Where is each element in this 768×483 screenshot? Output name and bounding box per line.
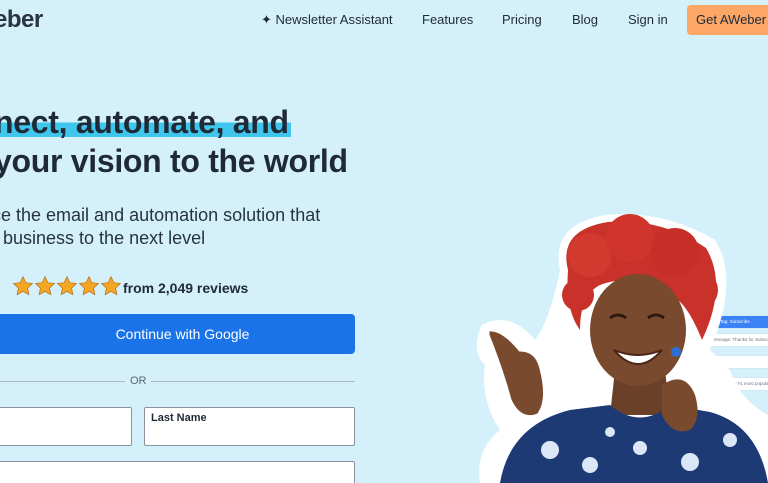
reviews-count: from 2,049 reviews [123,280,249,296]
star-icon [100,275,122,296]
star-icon [56,275,78,296]
hero-person-image [476,214,768,483]
star-icon [34,275,56,296]
hero-subtext-line2: r business to the next level [0,228,206,248]
top-navigation: ✦ Newsletter Assistant Features Pricing … [0,0,768,40]
get-aweber-button[interactable]: Get AWeber F [687,5,768,35]
or-divider-text: OR [130,375,147,387]
nav-newsletter-assistant[interactable]: ✦ Newsletter Assistant [261,12,393,28]
first-name-field[interactable] [0,407,132,446]
nav-sign-in[interactable]: Sign in [628,12,668,27]
star-icon [12,275,34,296]
divider-left [0,381,125,382]
nav-features[interactable]: Features [422,12,473,27]
divider-right [151,381,355,382]
email-field[interactable] [0,461,355,483]
hero-headline-line2: your vision to the world [0,143,348,179]
last-name-field[interactable]: Last Name [144,407,355,446]
headline-highlight: nect, automate, and [0,104,291,140]
hero-subtext-line1: ce the email and automation solution tha… [0,205,321,225]
continue-with-google-button[interactable]: Continue with Google [0,314,355,354]
star-rating [12,275,122,299]
nav-blog[interactable]: Blog [572,12,598,27]
hero-headline-line1: nect, automate, and [0,104,291,141]
last-name-label: Last Name [151,412,207,424]
nav-pricing[interactable]: Pricing [502,12,542,27]
star-icon [78,275,100,296]
